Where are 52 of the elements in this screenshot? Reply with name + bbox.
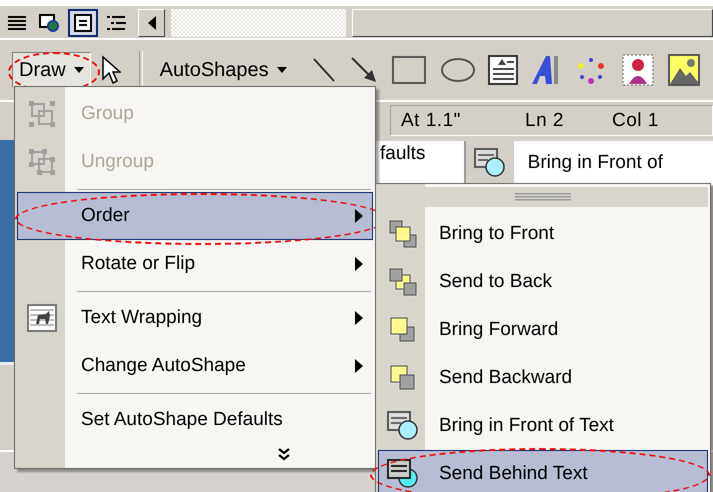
menu-item[interactable]: Bring in Front of Text <box>378 402 708 450</box>
menu-item[interactable]: Send Behind Text <box>378 450 708 492</box>
caret-icon <box>276 67 287 73</box>
menu-item[interactable]: Rotate or Flip <box>17 240 373 288</box>
menu-item[interactable]: Set AutoShape Defaults <box>17 396 373 444</box>
group-icon <box>28 100 56 128</box>
rectangle-icon[interactable] <box>392 56 426 84</box>
globe-page-icon <box>39 14 59 32</box>
lines-icon <box>8 15 26 31</box>
submenu-arrow-icon <box>355 209 363 223</box>
menu-item[interactable]: Send to Back <box>378 258 708 306</box>
text-box-icon[interactable] <box>488 55 518 85</box>
send-to-back-icon <box>388 267 418 297</box>
submenu-arrow-icon <box>355 257 363 271</box>
draw-menu-button[interactable]: Draw <box>12 52 91 88</box>
menu-item[interactable]: Change AutoShape <box>17 342 373 390</box>
grip-lines-icon <box>515 193 571 201</box>
cursor-arrow-icon[interactable] <box>100 55 121 85</box>
position-readout: At 1.1" <box>401 110 462 132</box>
bring-in-front-icon <box>474 148 506 178</box>
partial-menu-text: faults <box>376 141 466 185</box>
submenu-arrow-icon <box>355 311 363 325</box>
menu-item[interactable]: Order <box>17 192 373 240</box>
arrow-icon[interactable] <box>350 56 378 84</box>
ungroup-icon <box>28 148 56 176</box>
column-readout: Col 1 <box>612 110 659 132</box>
diagram-icon[interactable] <box>576 55 606 85</box>
clip-art-icon[interactable] <box>622 54 654 86</box>
autoshapes-menu-button[interactable]: AutoShapes <box>152 52 294 88</box>
send-behind-icon <box>386 459 418 489</box>
menu-item[interactable]: Bring to Front <box>378 210 708 258</box>
bring-in-front-button[interactable]: Bring in Front of <box>466 141 713 185</box>
scroll-left-button[interactable] <box>138 9 165 37</box>
mountain-picture-icon[interactable] <box>668 54 700 86</box>
scroll-thumb[interactable] <box>352 9 713 37</box>
submenu-arrow-icon <box>355 359 363 373</box>
page-icon <box>74 14 92 32</box>
text-wrap-icon <box>27 304 57 332</box>
expand-chevron-icon[interactable] <box>278 448 290 462</box>
outline-icon <box>107 15 127 31</box>
menu-item[interactable]: Send Backward <box>378 354 708 402</box>
view-button[interactable] <box>68 9 98 37</box>
oval-icon[interactable] <box>440 57 476 83</box>
caret-icon <box>74 67 84 73</box>
menu-item[interactable]: Bring Forward <box>378 306 708 354</box>
line-readout: Ln 2 <box>525 110 565 132</box>
line-icon[interactable] <box>312 57 336 83</box>
bring-to-front-icon <box>388 219 418 249</box>
left-triangle-icon <box>148 16 156 30</box>
menu-item[interactable]: Text Wrapping <box>17 294 373 342</box>
bring-in-front-icon <box>386 411 418 441</box>
scroll-track[interactable] <box>171 9 346 37</box>
